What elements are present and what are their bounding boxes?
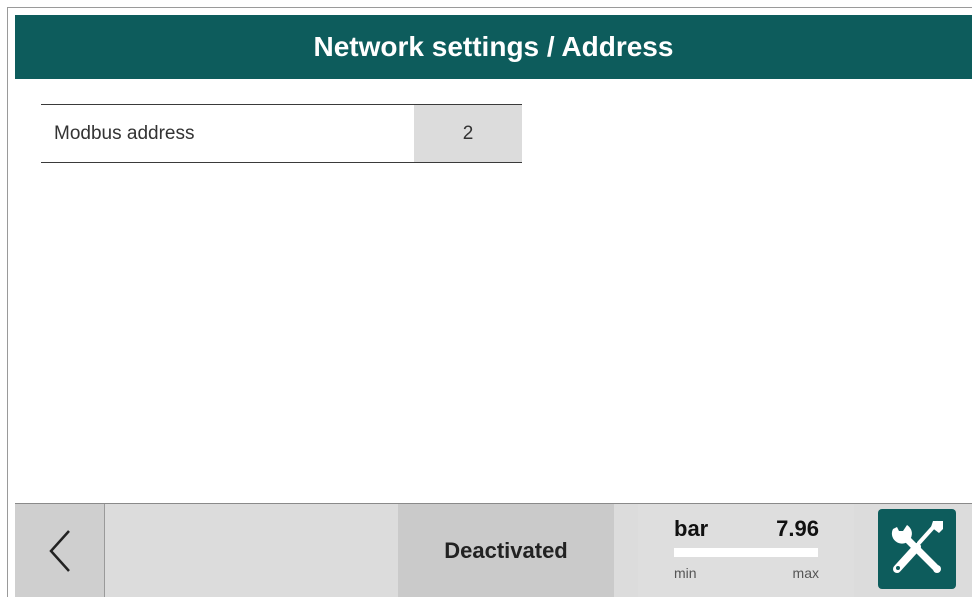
page-header: Network settings / Address (15, 15, 972, 79)
footer-bar: Deactivated bar 7.96 min max (15, 503, 972, 597)
pressure-gauge: bar 7.96 min max (638, 504, 854, 597)
gauge-value: 7.96 (776, 516, 819, 541)
gauge-bar-fill (674, 548, 818, 557)
status-indicator: Deactivated (398, 504, 614, 597)
gauge-unit: bar (674, 516, 709, 541)
gauge-max-label: max (792, 565, 819, 581)
tools-button[interactable] (878, 509, 956, 589)
setting-label: Modbus address (54, 122, 195, 144)
gauge-min-label: min (674, 565, 697, 581)
page-title: Network settings / Address (313, 31, 674, 62)
chevron-left-icon (48, 529, 70, 572)
gauge-bar (674, 548, 818, 557)
modbus-address-value[interactable]: 2 (414, 105, 522, 162)
back-button[interactable] (15, 504, 105, 597)
wrench-screwdriver-icon (891, 521, 943, 573)
status-text: Deactivated (444, 537, 568, 563)
setting-row-modbus-address[interactable]: Modbus address 2 (41, 104, 522, 163)
